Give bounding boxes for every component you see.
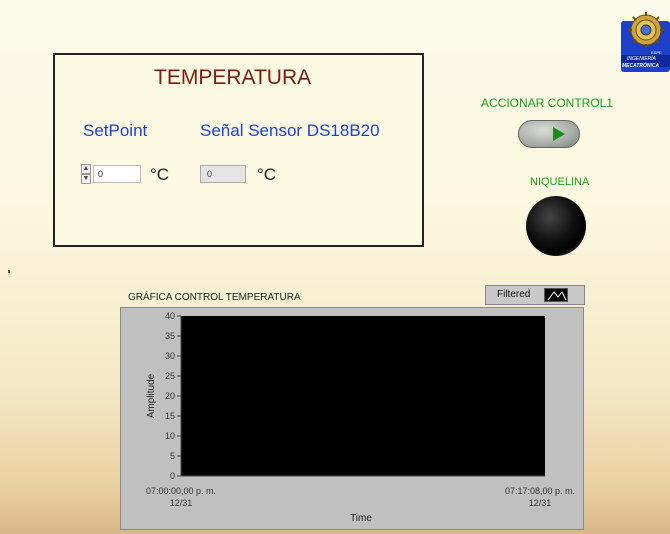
- plot-legend[interactable]: Filtered: [485, 285, 585, 305]
- y-tick-label: 35: [165, 331, 175, 341]
- y-axis-title: Amplitude: [146, 373, 157, 418]
- panel-title: TEMPERATURA: [154, 66, 312, 89]
- legend-label: Filtered: [497, 289, 531, 300]
- x-axis-title: Time: [350, 513, 372, 524]
- niquelina-led-indicator: [526, 196, 586, 256]
- x-tick-start-time: 07:00:00,00 p. m.: [146, 486, 216, 496]
- y-tick-label: 40: [165, 311, 175, 321]
- decrement-arrow-icon[interactable]: ▼: [81, 174, 91, 184]
- logo-text-mid: INGENIERÍA: [627, 55, 657, 62]
- chart-title: GRÁFICA CONTROL TEMPERATURA: [128, 292, 301, 303]
- led-label: NIQUELINA: [530, 176, 590, 188]
- x-tick-end-date: 12/31: [529, 498, 552, 508]
- control-button-label: ACCIONAR CONTROL1: [481, 96, 614, 110]
- y-tick-label: 30: [165, 351, 175, 361]
- y-tick-label: 5: [170, 451, 175, 461]
- temperature-chart: 0 5 10 15 20 25 30 35 40 07:00:00,00 p. m. 12/31…: [146, 311, 575, 524]
- divider-mark: [8, 270, 10, 273]
- logo-text-top: ESPE: [651, 50, 662, 55]
- setpoint-input[interactable]: 0: [93, 165, 141, 183]
- sensor-unit: °C: [257, 165, 277, 184]
- y-tick-label: 10: [165, 431, 175, 441]
- legend-line-icon: [544, 288, 568, 302]
- play-arrow-icon: [553, 127, 565, 141]
- setpoint-label: SetPoint: [83, 121, 148, 140]
- espe-logo: ESPE INGENIERÍA MECATRÓNICA: [621, 12, 670, 72]
- y-tick-label: 25: [165, 371, 175, 381]
- y-tick-label: 0: [170, 471, 175, 481]
- x-tick-start-date: 12/31: [170, 498, 193, 508]
- y-tick-label: 15: [165, 411, 175, 421]
- y-tick-label: 20: [165, 391, 175, 401]
- logo-text-bottom: MECATRÓNICA: [622, 62, 660, 69]
- sensor-label: Señal Sensor DS18B20: [200, 121, 380, 140]
- x-tick-end-time: 07:17:08,00 p. m.: [505, 486, 575, 496]
- plot-area: [181, 316, 545, 476]
- sensor-value-indicator: 0: [200, 165, 246, 183]
- temperature-panel: TEMPERATURA SetPoint Señal Sensor DS18B2…: [53, 53, 424, 247]
- accionar-control-button[interactable]: [518, 120, 580, 148]
- setpoint-stepper[interactable]: ▲ ▼: [81, 164, 91, 185]
- setpoint-unit: °C: [150, 165, 170, 184]
- increment-arrow-icon[interactable]: ▲: [81, 164, 91, 174]
